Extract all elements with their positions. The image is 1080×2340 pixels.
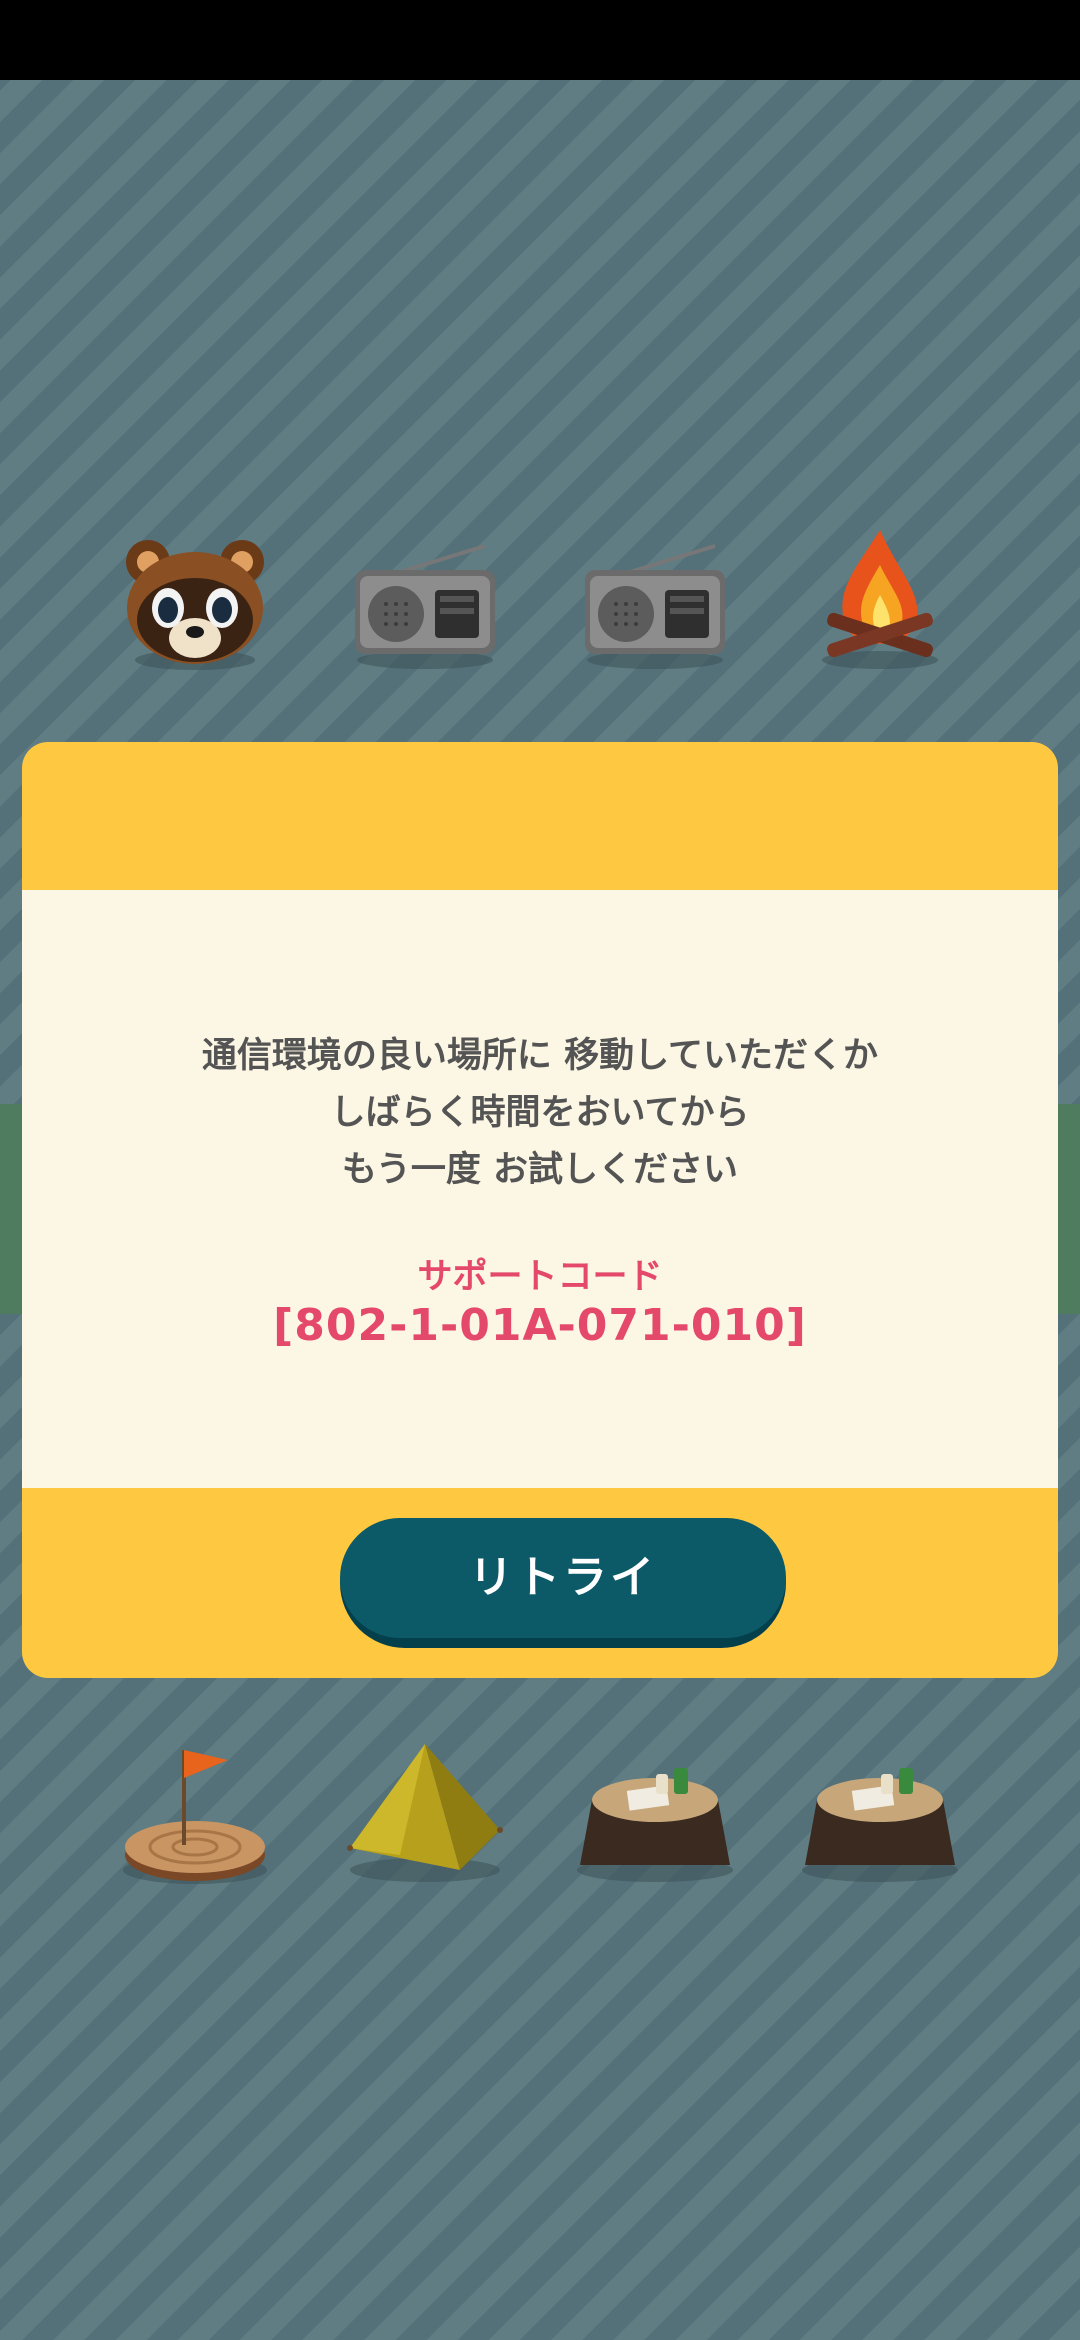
tom-nook-icon xyxy=(110,520,280,690)
status-bar xyxy=(0,0,1080,80)
message-line: 通信環境の良い場所に 移動していただくか xyxy=(201,1036,879,1076)
dialog-body: 通信環境の良い場所に 移動していただくか しばらく時間をおいてから もう一度 お… xyxy=(22,890,1058,1488)
top-item-row xyxy=(0,520,1080,690)
campfire-icon xyxy=(795,520,965,690)
message-line: もう一度 お試しください xyxy=(341,1150,739,1190)
message-line: しばらく時間をおいてから xyxy=(330,1093,750,1133)
stump-table-icon xyxy=(795,1730,965,1900)
support-code-value: [802-1-01A-071-010] xyxy=(273,1300,807,1351)
bottom-item-row xyxy=(0,1730,1080,1900)
radio-icon xyxy=(340,520,510,690)
error-dialog: 通信環境の良い場所に 移動していただくか しばらく時間をおいてから もう一度 お… xyxy=(22,742,1058,1678)
error-message: 通信環境の良い場所に 移動していただくか しばらく時間をおいてから もう一度 お… xyxy=(22,1028,1058,1199)
retry-button[interactable]: リトライ xyxy=(340,1518,786,1648)
support-code-label: サポートコード xyxy=(417,1257,663,1297)
flag-stump-icon xyxy=(110,1730,280,1900)
stump-table-icon xyxy=(570,1730,740,1900)
tent-icon xyxy=(340,1730,510,1900)
radio-icon xyxy=(570,520,740,690)
retry-button-label: リトライ xyxy=(340,1518,786,1638)
